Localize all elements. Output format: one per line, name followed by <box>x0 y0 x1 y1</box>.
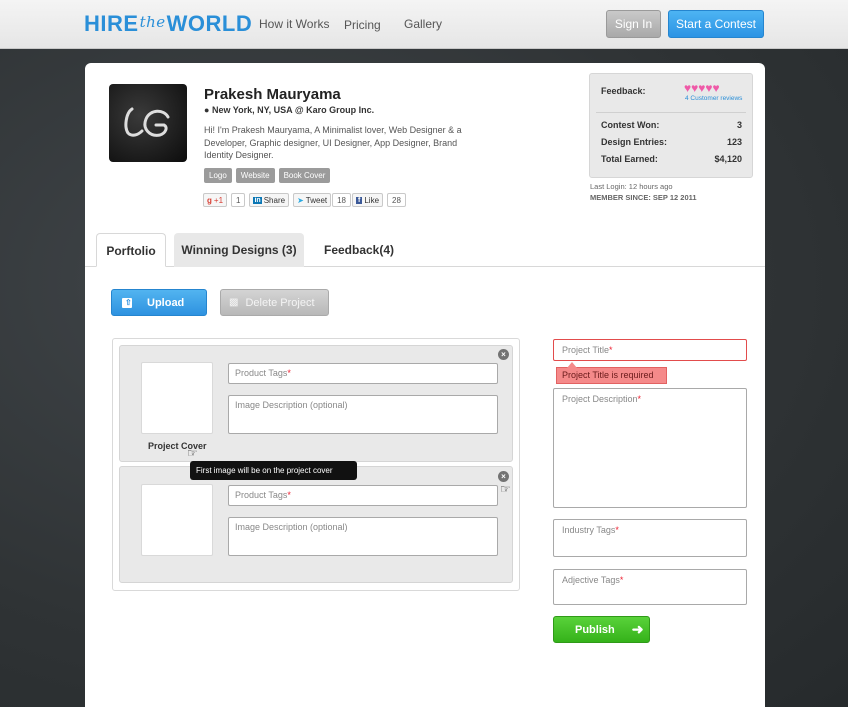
upload-icon: ⇧ <box>122 297 132 308</box>
product-tags-field-2[interactable]: Product Tags* <box>228 485 498 506</box>
product-tags-placeholder-2: Product Tags <box>235 490 288 500</box>
facebook-icon: f <box>356 196 363 204</box>
adjective-tags-input[interactable]: Adjective Tags* <box>553 569 747 605</box>
nav-pricing[interactable]: Pricing <box>344 18 381 32</box>
arrow-right-icon: ➜ <box>631 621 644 637</box>
upload-label: Upload <box>147 296 185 309</box>
close-icon[interactable]: × <box>498 349 509 360</box>
logo-hire-text: HIRE <box>84 11 139 36</box>
design-entries-label: Design Entries: <box>601 137 668 147</box>
sign-in-button[interactable]: Sign In <box>606 10 661 38</box>
hire-the-world-logo[interactable]: HIREtheWORLD <box>84 11 252 37</box>
customer-reviews-link[interactable]: 4 Customer reviews <box>685 95 742 102</box>
stats-box: Feedback: ♥♥♥♥♥ 4 Customer reviews Conte… <box>589 73 753 178</box>
stats-divider <box>596 112 746 113</box>
feedback-label: Feedback: <box>601 86 646 96</box>
total-earned-value: $4,120 <box>714 154 742 164</box>
design-entries-value: 123 <box>726 137 742 147</box>
required-mark: * <box>615 525 619 535</box>
project-title-placeholder: Project Title <box>562 345 610 355</box>
project-description-textarea[interactable]: Project Description* <box>553 388 747 508</box>
project-description-placeholder: Project Description <box>562 394 638 404</box>
nav-gallery[interactable]: Gallery <box>404 17 442 31</box>
facebook-like-label: Like <box>364 195 380 205</box>
image-thumbnail-2[interactable] <box>141 484 213 556</box>
tag-website[interactable]: Website <box>235 168 275 183</box>
total-earned-label: Total Earned: <box>601 154 658 164</box>
contest-won-value: 3 <box>736 120 742 130</box>
profile-company[interactable]: @ Karo Group Inc. <box>295 105 374 115</box>
facebook-like-button[interactable]: f Like <box>352 193 384 207</box>
tag-book-cover[interactable]: Book Cover <box>278 168 331 183</box>
avatar <box>109 84 187 162</box>
upload-button[interactable]: ⇧ Upload <box>111 289 207 316</box>
profile-location: New York, NY, USA <box>211 105 293 115</box>
last-login: Last Login: 12 hours ago <box>590 182 673 191</box>
twitter-bird-icon: ➤ <box>297 195 304 205</box>
project-title-error: Project Title is required <box>556 362 667 384</box>
lg-logo-icon <box>124 107 170 137</box>
tab-portfolio[interactable]: Porftolio <box>96 233 166 267</box>
industry-tags-placeholder: Industry Tags <box>562 525 616 535</box>
publish-label: Publish <box>575 623 615 636</box>
google-plus-icon: g <box>207 195 212 205</box>
product-tags-placeholder-1: Product Tags <box>235 368 288 378</box>
tab-feedback[interactable]: Feedback(4) <box>314 233 404 267</box>
nav-how-it-works[interactable]: How it Works <box>259 17 329 31</box>
tweet-count: 18 <box>332 193 352 207</box>
close-icon[interactable]: × <box>498 471 509 482</box>
google-plus-count: 1 <box>231 193 246 207</box>
delete-project-label: Delete Project <box>245 296 315 309</box>
facebook-like-count: 28 <box>387 193 406 207</box>
tweet-button[interactable]: ➤ Tweet <box>293 193 332 207</box>
social-buttons: g +1 1 in Share ➤ Tweet 18 f Like 28 <box>203 193 406 207</box>
hand-pointer-icon: ☞ <box>500 482 511 496</box>
skill-tags: Logo Website Book Cover <box>204 168 331 183</box>
google-plus-button[interactable]: g +1 <box>203 193 228 207</box>
product-tags-field-1[interactable]: Product Tags* <box>228 363 498 384</box>
required-mark: * <box>619 575 624 585</box>
required-mark: * <box>287 368 291 378</box>
tag-logo[interactable]: Logo <box>204 168 232 183</box>
rating-hearts-icon: ♥♥♥♥♥ <box>684 81 720 95</box>
logo-world-text: WORLD <box>166 11 253 36</box>
member-since: MEMBER SINCE: SEP 12 2011 <box>590 193 697 202</box>
logo-the-text: the <box>139 13 166 31</box>
linkedin-share-button[interactable]: in Share <box>249 193 290 207</box>
profile-location-line: ● New York, NY, USA @ Karo Group Inc. <box>204 105 374 115</box>
industry-tags-input[interactable]: Industry Tags* <box>553 519 747 557</box>
linkedin-share-label: Share <box>263 195 286 205</box>
image-description-field-2[interactable]: Image Description (optional) <box>228 517 498 556</box>
delete-project-button[interactable]: ▩ Delete Project <box>220 289 329 316</box>
top-navigation-bar: HIREtheWORLD How it Works Pricing Galler… <box>0 0 848 49</box>
required-mark: * <box>287 490 291 500</box>
required-mark: * <box>609 345 613 355</box>
project-title-input[interactable]: Project Title* <box>553 339 747 361</box>
profile-name: Prakesh Mauryama <box>204 86 341 103</box>
linkedin-icon: in <box>253 196 262 204</box>
publish-button[interactable]: Publish ➜ <box>553 616 650 643</box>
trash-icon: ▩ <box>229 297 239 308</box>
google-plus-label: +1 <box>213 195 224 205</box>
image-description-field-1[interactable]: Image Description (optional) <box>228 395 498 434</box>
image-thumbnail-1[interactable] <box>141 362 213 434</box>
profile-bio: Hi! I'm Prakesh Mauryama, A Minimalist l… <box>204 125 462 160</box>
project-cover-tooltip: First image will be on the project cover <box>190 461 357 480</box>
hand-pointer-icon: ☞ <box>187 446 198 460</box>
adjective-tags-placeholder: Adjective Tags <box>562 575 620 585</box>
tweet-label: Tweet <box>305 195 328 205</box>
tab-winning-designs[interactable]: Winning Designs (3) <box>174 233 304 267</box>
start-contest-button[interactable]: Start a Contest <box>668 10 764 38</box>
required-mark: * <box>637 394 642 404</box>
contest-won-label: Contest Won: <box>601 120 660 130</box>
location-pin-icon: ● <box>204 105 210 115</box>
